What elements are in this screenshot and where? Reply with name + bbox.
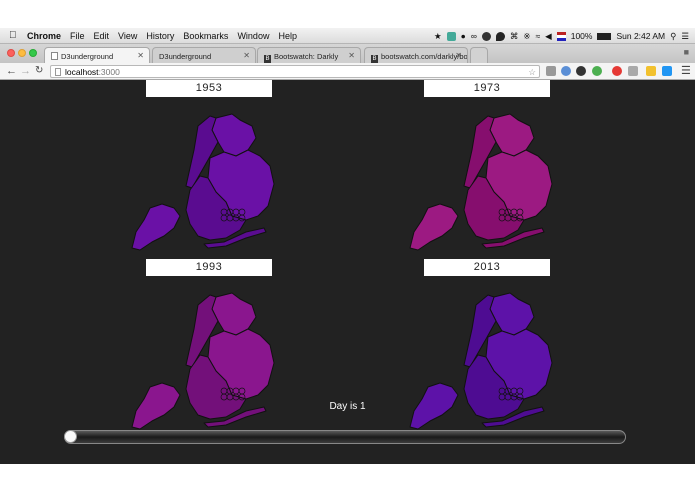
year-label-2013: 2013 [424, 259, 550, 276]
star-icon[interactable]: ★ [434, 31, 442, 42]
tab-title: D3underground [159, 52, 212, 61]
command-icon[interactable]: ⌘ [510, 31, 519, 42]
extension-adblock-icon[interactable] [612, 66, 622, 76]
tab-d3underground[interactable]: D3underground ✕ [152, 47, 256, 63]
bronx-borough [211, 292, 257, 336]
eye-icon[interactable] [481, 31, 491, 41]
extension-note-icon[interactable] [646, 66, 656, 76]
page-icon [51, 52, 58, 60]
mac-menubar:  Chrome File Edit View History Bookmark… [0, 28, 695, 44]
address-bar[interactable]: localhost:3000 ☆ [50, 65, 540, 78]
browser-toolbar: ← → ↻ localhost:3000 ☆ ☰ [0, 63, 695, 80]
chrome-menu-icon[interactable]: ☰ [681, 64, 691, 77]
menu-help[interactable]: Help [278, 31, 297, 41]
tab-d3underground-active[interactable]: D3underground ✕ [44, 47, 150, 63]
bronx-borough [489, 113, 535, 157]
drop-icon[interactable] [495, 31, 505, 41]
close-window-icon[interactable] [7, 49, 15, 57]
wifi-icon[interactable]: ≈ [536, 31, 541, 41]
menu-view[interactable]: View [118, 31, 137, 41]
close-tab-icon[interactable]: ✕ [243, 51, 250, 60]
year-label-1973: 1973 [424, 80, 550, 97]
tab-bootswatch-url[interactable]: Bbootswatch.com/darkly/bo ✕ [364, 47, 468, 63]
nyc-map-1973 [409, 113, 553, 251]
battery-text[interactable]: 100% [571, 31, 593, 41]
tab-title: D3underground [61, 52, 114, 61]
day-slider-handle[interactable] [64, 430, 77, 443]
day-status-text: Day is 1 [329, 401, 366, 412]
extension-refresh-icon[interactable] [662, 66, 672, 76]
tab-bootswatch-darkly[interactable]: B Bootswatch: Darkly ✕ [257, 47, 361, 63]
status-tray: ★ ● ∞ ⌘ ※ ≈ ◀ 100% Sun 2:42 AM ⚲ ☰ [434, 28, 689, 44]
back-arrow-icon[interactable]: ← [6, 65, 17, 77]
year-label-1993: 1993 [146, 259, 272, 276]
extension-evernote-icon[interactable] [592, 66, 602, 76]
day-slider-track[interactable] [64, 430, 626, 444]
extension-pinterest-icon[interactable] [546, 66, 556, 76]
profile-icon[interactable]: ■ [684, 47, 689, 57]
close-tab-icon[interactable]: ✕ [348, 51, 355, 60]
tab-strip: D3underground ✕ D3underground ✕ B Bootswa… [0, 44, 695, 63]
extension-moon-icon[interactable] [576, 66, 586, 76]
new-tab-button[interactable] [470, 47, 488, 63]
battery-icon[interactable] [597, 32, 612, 40]
nyc-map-1953 [131, 113, 275, 251]
staten-island-borough [409, 203, 459, 251]
page-bottom [0, 464, 695, 494]
menu-edit[interactable]: Edit [94, 31, 110, 41]
volume-icon[interactable]: ◀ [545, 31, 552, 42]
reload-icon[interactable]: ↻ [35, 65, 43, 76]
minimize-window-icon[interactable] [18, 49, 26, 57]
close-tab-icon[interactable]: ✕ [137, 51, 144, 60]
bell-icon[interactable]: ● [461, 31, 466, 41]
menu-window[interactable]: Window [237, 31, 269, 41]
forward-arrow-icon[interactable]: → [20, 65, 31, 77]
zoom-window-icon[interactable] [29, 49, 37, 57]
tab-title: Bootswatch: Darkly [274, 52, 339, 61]
apple-icon[interactable]:  [9, 30, 19, 41]
infinity-icon[interactable]: ∞ [471, 31, 477, 41]
address-host: localhost [65, 67, 99, 77]
clock-text[interactable]: Sun 2:42 AM [616, 31, 665, 41]
bootswatch-favicon-icon: B [264, 55, 271, 63]
close-tab-icon[interactable]: ✕ [455, 51, 462, 60]
menu-bookmarks[interactable]: Bookmarks [183, 31, 228, 41]
flag-icon[interactable] [556, 31, 566, 41]
bookmark-star-icon[interactable]: ☆ [528, 66, 536, 78]
bronx-borough [489, 292, 535, 336]
bluetooth-icon[interactable]: ※ [523, 31, 530, 42]
page-viewport: 1953 1973 1993 2013 Day is 1 [0, 80, 695, 464]
bootswatch-favicon-icon: B [371, 55, 378, 63]
extension-satellite-icon[interactable] [628, 66, 638, 76]
staten-island-borough [131, 203, 181, 251]
menu-chrome[interactable]: Chrome [27, 31, 61, 41]
address-port: :3000 [98, 67, 120, 77]
bronx-borough [211, 113, 257, 157]
sync-icon[interactable] [446, 31, 456, 41]
extension-phone-icon[interactable] [561, 66, 571, 76]
menu-file[interactable]: File [70, 31, 85, 41]
year-label-1953: 1953 [146, 80, 272, 97]
spotlight-icon[interactable]: ⚲ [670, 31, 676, 42]
notifications-icon[interactable]: ☰ [681, 31, 689, 42]
menu-history[interactable]: History [146, 31, 174, 41]
page-icon [55, 68, 61, 76]
